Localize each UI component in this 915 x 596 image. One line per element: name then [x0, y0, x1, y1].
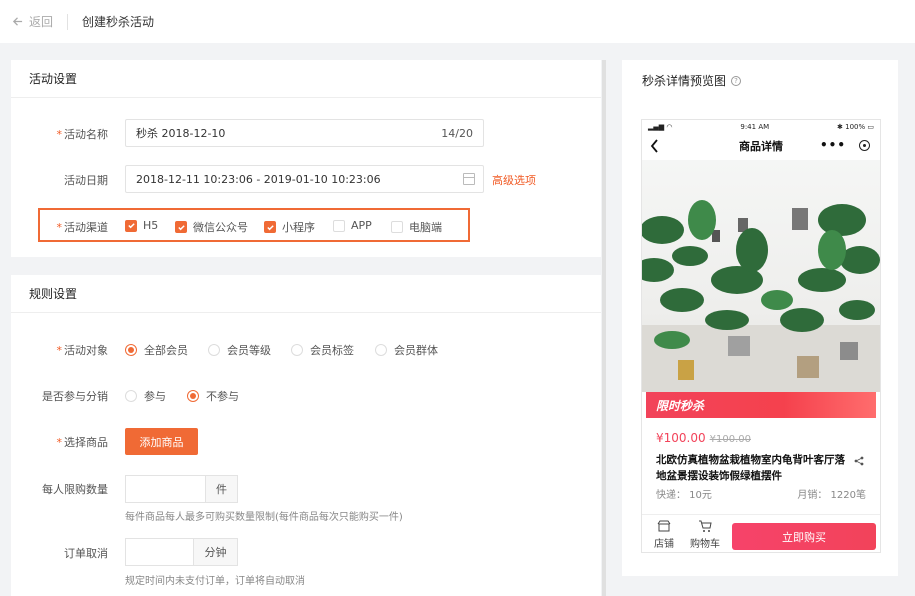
checkbox-checked-icon	[175, 221, 187, 233]
cart-button[interactable]: 购物车	[690, 519, 720, 550]
store-icon	[657, 520, 671, 532]
activity-name-input[interactable]: 秒杀 2018-12-10 14/20	[125, 119, 484, 147]
back-button[interactable]: 返回	[12, 13, 53, 30]
section-title: 活动设置	[11, 60, 601, 98]
monthly-sales: 月销： 1220笔	[797, 490, 866, 501]
radio-selected-icon	[187, 390, 199, 402]
channel-checkbox-miniprogram[interactable]: 小程序	[264, 219, 315, 235]
bottom-action-bar: 店铺 购物车 立即购买	[642, 514, 880, 552]
channel-checkbox-app[interactable]: APP	[333, 219, 372, 232]
add-goods-button[interactable]: 添加商品	[125, 428, 198, 455]
activity-date-label: 活动日期	[64, 174, 108, 187]
unit-suffix: 件	[206, 476, 237, 502]
purchase-limit-input[interactable]	[126, 476, 206, 502]
order-cancel-label: 订单取消	[64, 547, 108, 560]
section-title: 规则设置	[11, 275, 601, 313]
scrollbar[interactable]	[602, 60, 606, 596]
distribution-label: 是否参与分销	[42, 390, 108, 403]
shipping-fee: 快递： 10元	[656, 490, 712, 501]
channel-checkbox-h5[interactable]: H5	[125, 219, 158, 232]
status-bar: ▂▄▆ ◠ 9:41 AM ✱ 100% ▭	[642, 120, 880, 134]
plants-illustration	[642, 200, 880, 392]
radio-member-level[interactable]: 会员等级	[208, 342, 271, 358]
calendar-icon[interactable]	[463, 173, 475, 185]
page-title: 创建秒杀活动	[82, 15, 155, 29]
order-cancel-field[interactable]: 分钟	[125, 538, 238, 566]
activity-channel-label: * 活动渠道	[56, 221, 109, 234]
radio-member-tag[interactable]: 会员标签	[291, 342, 354, 358]
nav-title: 商品详情	[739, 140, 783, 153]
share-icon[interactable]	[854, 456, 864, 466]
radio-empty-icon	[375, 344, 387, 356]
order-cancel-hint: 规定时间内未支付订单，订单将自动取消	[125, 576, 305, 587]
radio-empty-icon	[208, 344, 220, 356]
checkbox-empty-icon	[391, 221, 403, 233]
radio-all-members[interactable]: 全部会员	[125, 342, 188, 358]
activity-date-value: 2018-12-11 10:23:06 - 2019-01-10 10:23:0…	[136, 172, 381, 186]
nav-bar: 商品详情 •••	[642, 134, 880, 158]
cart-icon	[699, 520, 712, 532]
purchase-limit-label: 每人限购数量	[42, 483, 108, 496]
signal-icon: ▂▄▆ ◠	[648, 123, 673, 131]
purchase-limit-field[interactable]: 件	[125, 475, 238, 503]
arrow-left-icon	[12, 17, 23, 26]
purchase-limit-hint: 每件商品每人最多可购买数量限制(每件商品每次只能购买一件)	[125, 512, 403, 523]
activity-name-label: * 活动名称	[56, 128, 109, 141]
target-icon[interactable]	[859, 140, 870, 151]
radio-not-participate[interactable]: 不参与	[187, 388, 239, 404]
divider	[67, 13, 69, 30]
phone-preview: ▂▄▆ ◠ 9:41 AM ✱ 100% ▭ 商品详情 ••• 限时秒杀 ¥10…	[641, 119, 881, 553]
order-cancel-input[interactable]	[126, 539, 194, 565]
status-time: 9:41 AM	[740, 123, 770, 131]
product-image	[642, 160, 880, 392]
checkbox-checked-icon	[125, 219, 137, 232]
help-icon[interactable]: ?	[731, 75, 742, 86]
minute-suffix: 分钟	[194, 539, 237, 565]
sale-price: ¥100.00	[656, 431, 706, 445]
advanced-options-link[interactable]: 高级选项	[492, 172, 536, 188]
channel-checkbox-wechat[interactable]: 微信公众号	[175, 219, 248, 235]
price-row: ¥100.00 ¥100.00	[656, 431, 751, 445]
activity-name-value: 秒杀 2018-12-10	[136, 127, 226, 140]
product-title: 北欧仿真植物盆栽植物室内龟背叶客厅落地盆景摆设装饰假绿植摆件	[656, 454, 845, 482]
radio-empty-icon	[125, 390, 137, 402]
chevron-left-icon[interactable]	[650, 139, 659, 153]
radio-empty-icon	[291, 344, 303, 356]
back-label: 返回	[29, 15, 54, 29]
flash-sale-banner: 限时秒杀	[646, 392, 876, 418]
checkbox-empty-icon	[333, 219, 345, 232]
target-label: * 活动对象	[56, 344, 109, 357]
battery-status: ✱ 100% ▭	[837, 123, 874, 131]
preview-title: 秒杀详情预览图 ?	[642, 72, 742, 89]
radio-member-group[interactable]: 会员群体	[375, 342, 438, 358]
buy-now-button[interactable]: 立即购买	[732, 523, 876, 550]
goods-label: * 选择商品	[56, 436, 109, 449]
radio-participate[interactable]: 参与	[125, 388, 166, 404]
radio-selected-icon	[125, 344, 137, 356]
checkbox-checked-icon	[264, 221, 276, 233]
more-icon[interactable]: •••	[820, 138, 846, 152]
original-price: ¥100.00	[709, 434, 751, 445]
store-button[interactable]: 店铺	[654, 519, 674, 550]
top-bar: 返回 创建秒杀活动	[0, 0, 915, 43]
channel-checkbox-pc[interactable]: 电脑端	[391, 219, 442, 235]
char-counter: 14/20	[441, 126, 473, 140]
activity-date-input[interactable]: 2018-12-11 10:23:06 - 2019-01-10 10:23:0…	[125, 165, 484, 193]
